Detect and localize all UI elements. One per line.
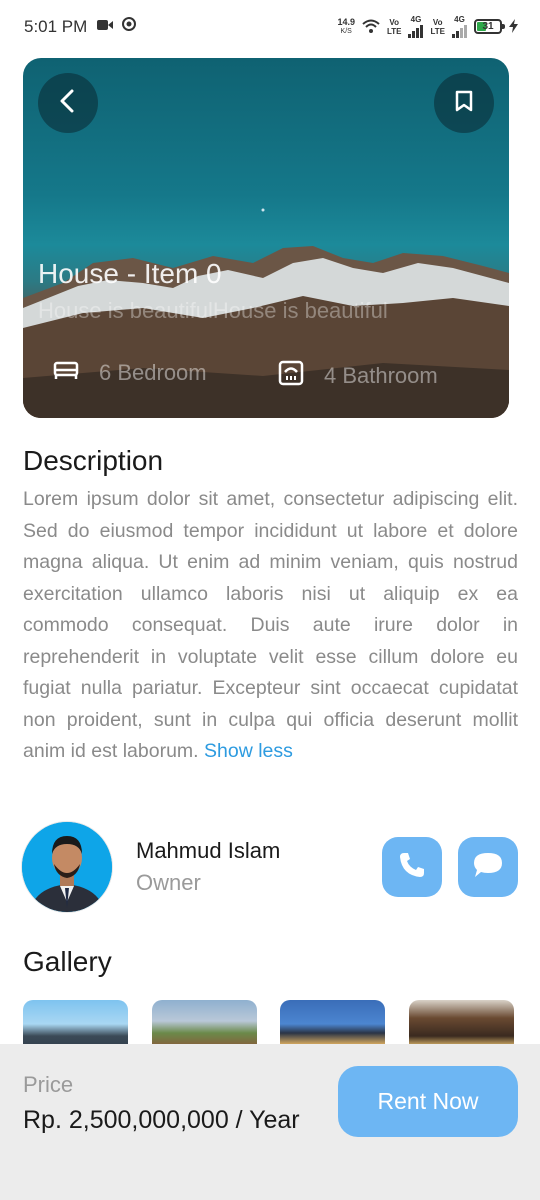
charging-bolt-icon — [509, 18, 518, 35]
network-rate: 14.9 K/S — [337, 16, 355, 35]
description-text: Lorem ipsum dolor sit amet, consectetur … — [23, 488, 518, 762]
bookmark-icon — [455, 90, 473, 117]
signal-icon — [408, 24, 424, 38]
price-label: Price — [23, 1072, 74, 1097]
gallery-heading: Gallery — [23, 946, 112, 977]
message-button[interactable] — [458, 837, 518, 897]
owner-name: Mahmud Islam — [136, 838, 281, 863]
volte-tag-1: Vo LTE — [386, 17, 402, 36]
owner-avatar — [22, 822, 112, 912]
signal-icon — [452, 24, 467, 38]
back-arrow-icon — [58, 89, 78, 118]
bathroom-icon — [278, 360, 304, 392]
chat-bubble-icon — [471, 850, 505, 885]
property-hero-image: House - Item 0 House is beautifulHouse i… — [23, 58, 509, 418]
call-button[interactable] — [382, 837, 442, 897]
network-type-1: 4G — [408, 15, 424, 38]
description-heading: Description — [23, 445, 164, 476]
back-button[interactable] — [38, 73, 98, 133]
property-title: House - Item 0 — [38, 258, 222, 289]
network-type-2: 4G — [452, 15, 467, 38]
notification-circle-icon — [122, 17, 136, 36]
rent-now-button[interactable]: Rent Now — [338, 1066, 518, 1137]
bedroom-count: 6 Bedroom — [53, 360, 207, 386]
bookmark-button[interactable] — [434, 73, 494, 133]
property-subtitle: House is beautifulHouse is beautiful — [38, 298, 388, 323]
wifi-icon — [362, 19, 380, 35]
volte-tag-2: Vo LTE — [430, 17, 445, 36]
bed-icon — [53, 360, 79, 386]
bathroom-count: 4 Bathroom — [278, 360, 438, 392]
video-camera-icon — [97, 18, 113, 36]
phone-icon — [397, 850, 427, 885]
status-time: 5:01 PM — [24, 17, 88, 36]
show-less-link[interactable]: Show less — [204, 740, 293, 762]
price-value: Rp. 2,500,000,000 / Year — [23, 1106, 300, 1134]
status-bar: 5:01 PM 14.9 K/S Vo LTE 4G Vo LTE 4G 31 — [0, 0, 540, 56]
battery-icon: 31 — [474, 19, 505, 34]
owner-role: Owner — [136, 870, 201, 895]
